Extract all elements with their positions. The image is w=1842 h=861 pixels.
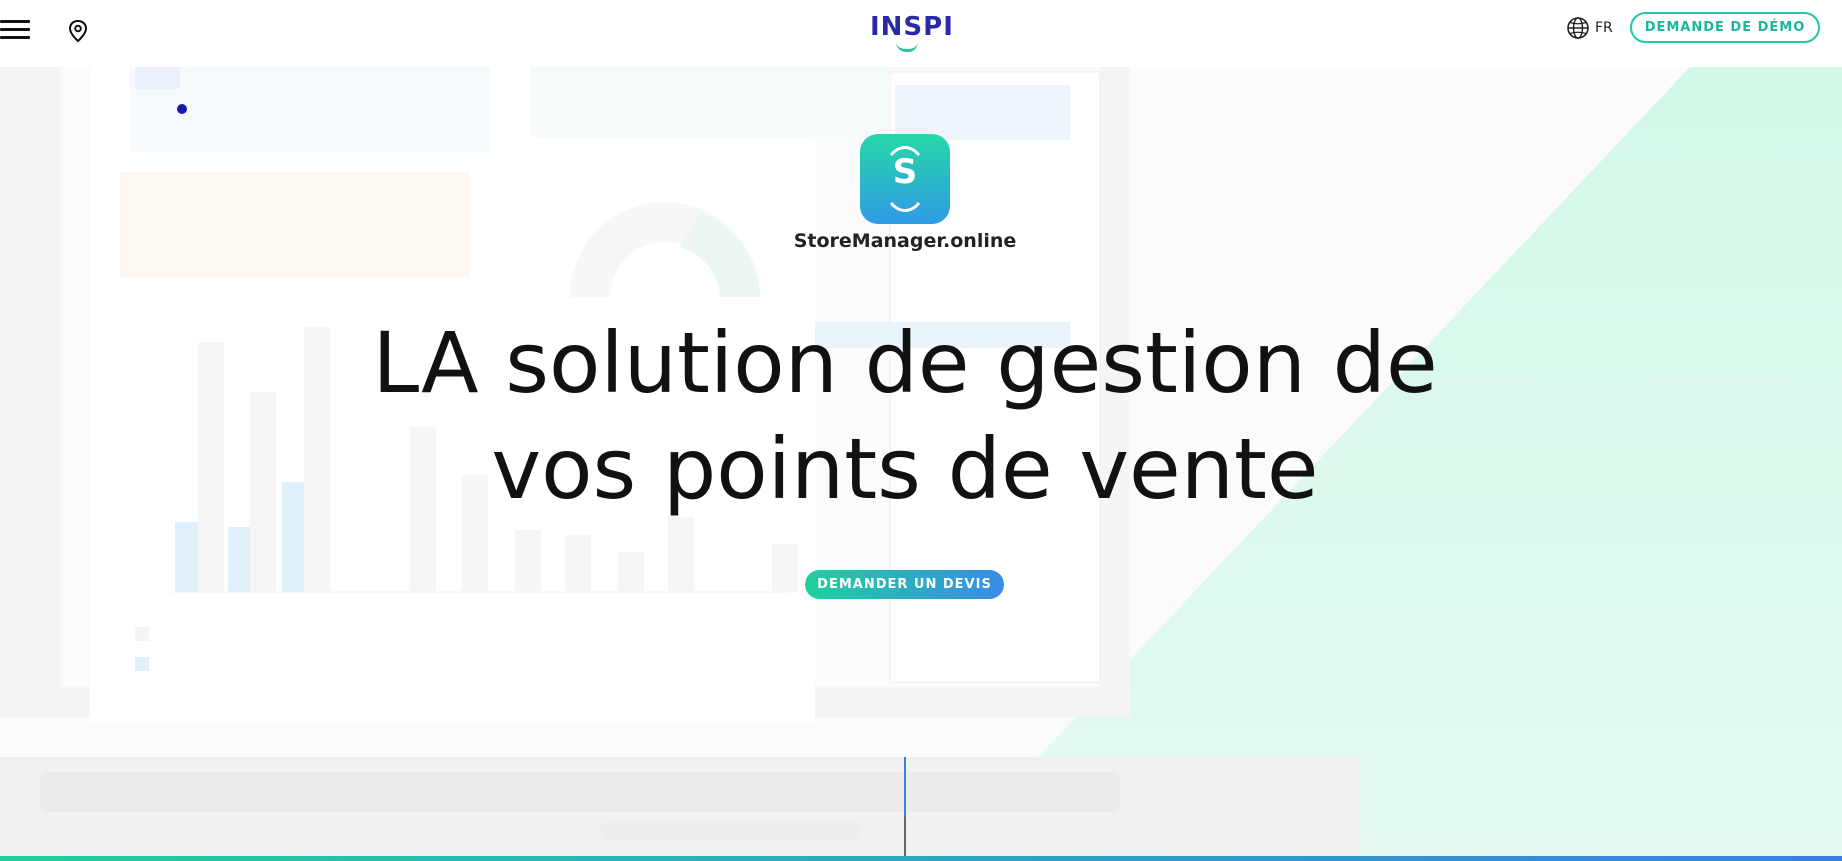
globe-icon <box>1567 17 1589 39</box>
site-logo[interactable]: INSPI <box>870 8 954 52</box>
storemanager-app-icon: S <box>860 134 950 224</box>
hamburger-menu-icon[interactable] <box>0 18 30 42</box>
pointer-dot <box>177 104 187 114</box>
map-pin-icon[interactable] <box>67 19 89 43</box>
language-selector[interactable]: FR <box>1566 14 1613 42</box>
site-header: INSPI FR DEMANDE DE DÉMO <box>0 0 1842 67</box>
logo-text: INSPI <box>870 12 954 42</box>
language-label: FR <box>1595 20 1613 36</box>
hero-headline: LA solution de gestion de vos points de … <box>372 314 1438 518</box>
logo-arc <box>896 42 918 52</box>
app-name: StoreManager.online <box>793 230 1017 252</box>
bottom-gradient-bar <box>0 856 1842 861</box>
demo-request-button[interactable]: DEMANDE DE DÉMO <box>1630 12 1820 43</box>
scroll-indicator-accent <box>904 757 906 817</box>
request-quote-button[interactable]: DEMANDER UN DEVIS <box>805 570 1004 599</box>
page: INSPI FR DEMANDE DE DÉMO S StoreManager.… <box>0 0 1842 861</box>
app-icon-letter: S <box>892 152 918 192</box>
